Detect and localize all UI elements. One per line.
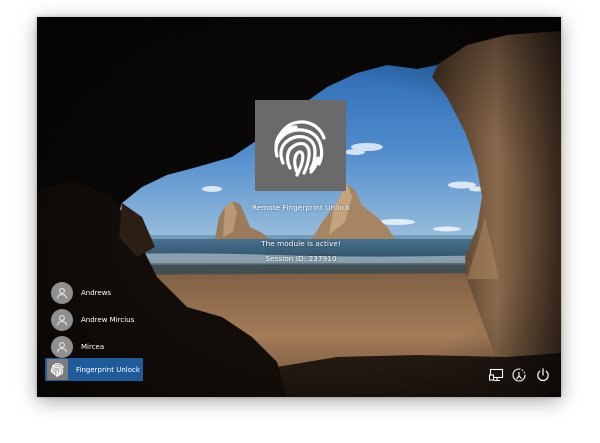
user-tile-mircea[interactable]: Mircea (48, 334, 148, 359)
fingerprint-tile[interactable] (255, 100, 346, 191)
user-silhouette-icon (51, 281, 73, 304)
network-icon[interactable] (489, 367, 505, 383)
status-message: The module is active! (261, 239, 341, 248)
credential-provider-title: Remote Fingerprint Unlock (251, 203, 351, 212)
user-name: Andrews (81, 288, 112, 297)
user-silhouette-icon (51, 308, 73, 331)
user-tile-fingerprint-unlock[interactable]: Fingerprint Unlock (45, 358, 143, 381)
user-tile-andrews[interactable]: Andrews (48, 280, 148, 305)
session-id-label: Session ID: 237910 (265, 254, 337, 263)
user-name: Fingerprint Unlock (76, 365, 140, 374)
fingerprint-icon (47, 359, 68, 380)
user-list: Andrews Andrew Mircius Mircea (48, 280, 148, 361)
user-silhouette-icon (51, 335, 73, 358)
lock-screen: Remote Fingerprint Unlock The module is … (37, 17, 561, 397)
user-name: Andrew Mircius (81, 315, 135, 324)
user-tile-andrew-mircius[interactable]: Andrew Mircius (48, 307, 148, 332)
ease-of-access-icon[interactable] (511, 367, 527, 383)
power-icon[interactable] (535, 367, 551, 383)
fingerprint-icon (273, 119, 326, 177)
user-name: Mircea (81, 342, 105, 351)
